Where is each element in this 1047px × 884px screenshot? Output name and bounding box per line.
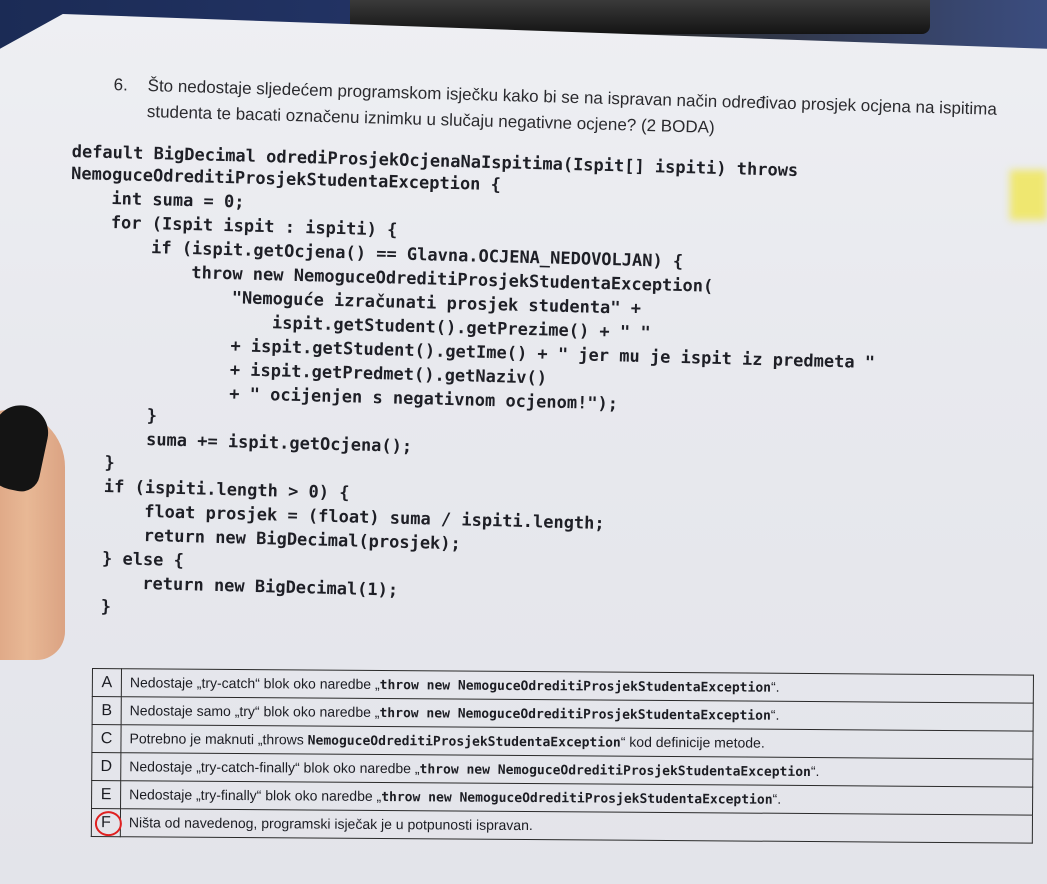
answer-row-f[interactable]: F Ništa od navedenog, programski isječak… <box>91 808 1033 844</box>
answer-letter: D <box>91 752 121 781</box>
answer-letter: C <box>91 724 122 753</box>
selection-circle-icon <box>94 811 123 837</box>
question-number: 6. <box>113 75 129 95</box>
answer-letter: E <box>91 780 121 809</box>
code-line: } else { <box>60 547 185 572</box>
code-line: } <box>64 403 158 427</box>
code-line: } <box>59 595 112 618</box>
answer-letter: B <box>92 696 122 725</box>
answer-letter: A <box>92 668 122 697</box>
answer-text: Ništa od navedenog, programski isječak j… <box>120 808 1033 844</box>
answer-letter-selected: F <box>91 808 123 837</box>
answer-table: A Nedostaje „try-catch“ blok oko naredbe… <box>91 668 1034 844</box>
highlighter-mark <box>1010 170 1047 220</box>
code-line: } <box>63 451 116 474</box>
